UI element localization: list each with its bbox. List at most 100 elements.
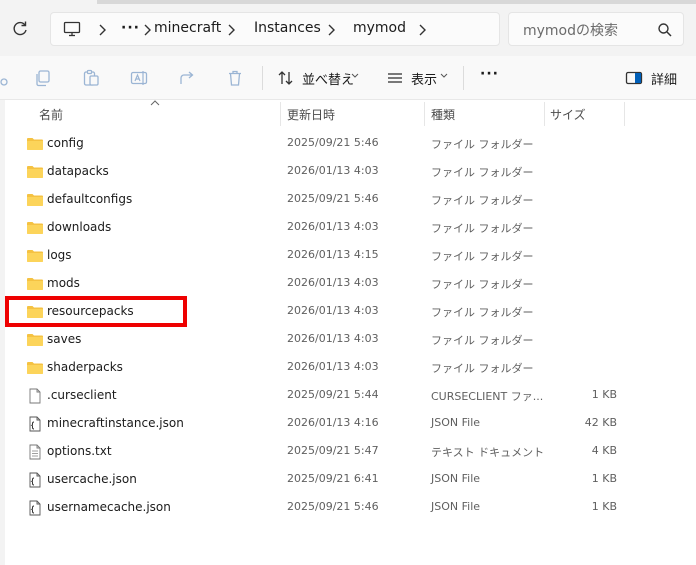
details-pane-icon[interactable] — [625, 69, 643, 87]
view-icon[interactable] — [386, 69, 404, 87]
share-icon[interactable] — [178, 69, 196, 87]
this-pc-icon[interactable] — [63, 21, 81, 37]
column-header-row: 名前 更新日時 種類 サイズ — [0, 100, 696, 128]
paste-icon[interactable] — [82, 69, 100, 87]
file-row-downloads[interactable]: downloads 2026/01/13 4:03 ファイル フォルダー — [0, 214, 696, 242]
file-date: 2025/09/21 5:46 — [287, 192, 379, 205]
file-row-curseclient[interactable]: .curseclient 2025/09/21 5:44 CURSECLIENT フ… — [0, 382, 696, 410]
column-divider[interactable] — [544, 102, 545, 126]
file-date: 2026/01/13 4:15 — [287, 248, 379, 261]
file-size: 1 KB — [591, 500, 617, 513]
search-box[interactable]: mymodの検索 — [508, 12, 684, 46]
folder-icon — [26, 192, 44, 208]
search-icon[interactable] — [657, 22, 673, 38]
sort-button[interactable]: 並べ替え — [302, 69, 354, 88]
file-row-defaultconfigs[interactable]: defaultconfigs 2025/09/21 5:46 ファイル フォルダー — [0, 186, 696, 214]
folder-icon — [26, 332, 44, 348]
folder-icon — [26, 276, 44, 292]
breadcrumb-item-instances[interactable]: Instances — [254, 20, 321, 36]
file-name: .curseclient — [47, 388, 117, 402]
refresh-icon[interactable] — [11, 20, 29, 38]
breadcrumb-item-mymod[interactable]: mymod — [353, 20, 406, 36]
file-size: 1 KB — [591, 472, 617, 485]
file-size: 42 KB — [584, 416, 617, 429]
column-header-type[interactable]: 種類 — [431, 106, 455, 123]
breadcrumb-item-minecraft[interactable]: minecraft — [154, 20, 221, 36]
folder-icon — [26, 220, 44, 236]
file-date: 2026/01/13 4:03 — [287, 360, 379, 373]
file-date: 2025/09/21 5:46 — [287, 500, 379, 513]
column-header-size[interactable]: サイズ — [550, 106, 586, 123]
folder-icon — [26, 164, 44, 180]
column-header-date[interactable]: 更新日時 — [287, 106, 335, 123]
sort-icon[interactable] — [277, 69, 295, 87]
file-type: JSON File — [431, 416, 481, 429]
folder-icon — [26, 136, 44, 152]
file-name: usercache.json — [47, 472, 137, 486]
breadcrumb[interactable]: ··· minecraft Instances mymod — [50, 12, 500, 46]
file-row-datapacks[interactable]: datapacks 2026/01/13 4:03 ファイル フォルダー — [0, 158, 696, 186]
file-date: 2026/01/13 4:03 — [287, 332, 379, 345]
file-type: ファイル フォルダー — [431, 222, 534, 235]
file-type: ファイル フォルダー — [431, 278, 534, 291]
delete-icon[interactable] — [226, 69, 244, 87]
column-divider[interactable] — [424, 102, 425, 126]
file-name: usernamecache.json — [47, 500, 171, 514]
view-button[interactable]: 表示 — [411, 69, 437, 88]
file-type: ファイル フォルダー — [431, 194, 534, 207]
file-name: mods — [47, 276, 80, 290]
file-row-options-txt[interactable]: options.txt 2025/09/21 5:47 テキスト ドキュメント 4 K… — [0, 438, 696, 466]
file-type: ファイル フォルダー — [431, 362, 534, 375]
file-row-usernamecache-json[interactable]: usernamecache.json 2025/09/21 5:46 JSON Fi… — [0, 494, 696, 522]
column-divider[interactable] — [624, 102, 625, 126]
chevron-down-icon — [440, 73, 448, 78]
sort-ascending-icon — [150, 100, 160, 106]
file-row-shaderpacks[interactable]: shaderpacks 2026/01/13 4:03 ファイル フォルダー — [0, 354, 696, 382]
file-date: 2026/01/13 4:03 — [287, 304, 379, 317]
file-type: JSON File — [431, 500, 481, 513]
details-button[interactable]: 詳細 — [651, 69, 677, 88]
highlight-box — [5, 296, 187, 327]
file-row-mods[interactable]: mods 2026/01/13 4:03 ファイル フォルダー — [0, 270, 696, 298]
file-row-usercache-json[interactable]: usercache.json 2025/09/21 6:41 JSON File 1 … — [0, 466, 696, 494]
search-input[interactable]: mymodの検索 — [523, 20, 618, 40]
copy-icon[interactable] — [34, 69, 52, 87]
file-row-saves[interactable]: saves 2026/01/13 4:03 ファイル フォルダー — [0, 326, 696, 354]
file-type: ファイル フォルダー — [431, 138, 534, 151]
file-size: 1 KB — [591, 388, 617, 401]
file-type: JSON File — [431, 472, 481, 485]
json-file-icon — [26, 472, 44, 488]
file-name: config — [47, 136, 84, 150]
file-name: defaultconfigs — [47, 192, 133, 206]
file-name: saves — [47, 332, 82, 346]
text-file-icon — [26, 444, 44, 460]
rename-icon[interactable] — [130, 69, 148, 87]
file-row-config[interactable]: config 2025/09/21 5:46 ファイル フォルダー — [0, 130, 696, 158]
column-divider[interactable] — [280, 102, 281, 126]
toolbar-separator — [262, 66, 263, 90]
chevron-right-icon — [328, 24, 335, 36]
file-row-minecraftinstance-json[interactable]: minecraftinstance.json 2026/01/13 4:16 JSO… — [0, 410, 696, 438]
file-date: 2026/01/13 4:03 — [287, 276, 379, 289]
folder-icon — [26, 248, 44, 264]
column-header-name[interactable]: 名前 — [39, 106, 63, 123]
file-row-logs[interactable]: logs 2026/01/13 4:15 ファイル フォルダー — [0, 242, 696, 270]
breadcrumb-more[interactable]: ··· — [121, 20, 140, 36]
more-options-button[interactable]: ··· — [480, 66, 499, 82]
file-date: 2026/01/13 4:03 — [287, 164, 379, 177]
chevron-right-icon — [99, 24, 106, 36]
file-name: datapacks — [47, 164, 109, 178]
file-icon — [26, 388, 44, 404]
file-date: 2026/01/13 4:03 — [287, 220, 379, 233]
file-name: options.txt — [47, 444, 112, 458]
cut-icon[interactable] — [0, 69, 10, 87]
file-date: 2025/09/21 5:46 — [287, 136, 379, 149]
chevron-right-icon[interactable] — [417, 23, 427, 37]
file-date: 2026/01/13 4:16 — [287, 416, 379, 429]
file-type: テキスト ドキュメント — [431, 446, 545, 459]
file-size: 4 KB — [591, 444, 617, 457]
file-name: logs — [47, 248, 72, 262]
file-date: 2025/09/21 6:41 — [287, 472, 379, 485]
file-name: minecraftinstance.json — [47, 416, 184, 430]
json-file-icon — [26, 500, 44, 516]
